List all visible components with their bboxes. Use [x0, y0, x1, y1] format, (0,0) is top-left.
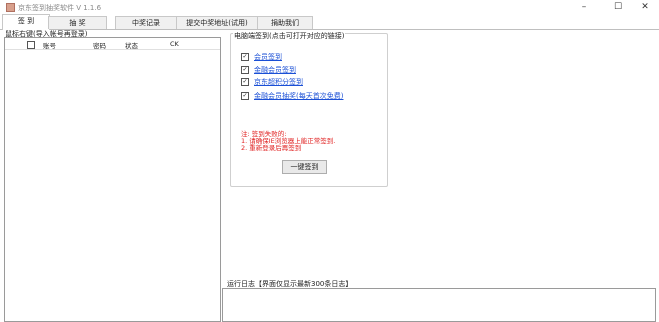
minimize-button[interactable]: – [570, 0, 598, 14]
tab-prize-records[interactable]: 中奖记录 [115, 16, 177, 29]
maximize-button[interactable]: ☐ [604, 0, 632, 14]
finance-member-signin-checkbox[interactable]: ✓ [241, 66, 249, 74]
finance-lottery-checkbox[interactable]: ✓ [241, 92, 249, 100]
window-title: 京东签到抽奖软件 V 1.1.6 [18, 4, 102, 12]
header-divider [5, 49, 220, 50]
tab-bar: 签 到 抽 奖 中奖记录 提交中奖地址(试用) 捐助我们 [0, 14, 659, 30]
tab-lottery[interactable]: 抽 奖 [48, 16, 107, 29]
tab-signin[interactable]: 签 到 [2, 14, 50, 30]
app-icon [6, 3, 15, 12]
signin-note-2: 2. 重新登录后再签到 [241, 144, 302, 152]
tab-donate[interactable]: 捐助我们 [257, 16, 313, 29]
signin-group-title: 电脑端签到(点击可打开对应的链接) [233, 31, 346, 41]
title-bar: 京东签到抽奖软件 V 1.1.6 – ☐ ✕ [0, 0, 659, 14]
tab-submit-address[interactable]: 提交中奖地址(试用) [176, 16, 258, 29]
member-signin-checkbox[interactable]: ✓ [241, 53, 249, 61]
one-click-signin-button[interactable]: 一键签到 [282, 160, 327, 174]
column-ck[interactable]: CK [170, 40, 179, 48]
select-all-checkbox[interactable] [27, 41, 35, 49]
close-button[interactable]: ✕ [631, 0, 659, 14]
member-signin-link[interactable]: 会员签到 [254, 52, 282, 62]
finance-lottery-link[interactable]: 金融会员抽奖(每天首次免费) [254, 91, 343, 101]
account-table[interactable]: 账号 密码 状态 CK [4, 37, 221, 322]
finance-member-signin-link[interactable]: 金融会员签到 [254, 65, 296, 75]
super-points-signin-checkbox[interactable]: ✓ [241, 78, 249, 86]
super-points-signin-link[interactable]: 京东超积分签到 [254, 77, 303, 87]
log-box[interactable] [222, 288, 656, 322]
